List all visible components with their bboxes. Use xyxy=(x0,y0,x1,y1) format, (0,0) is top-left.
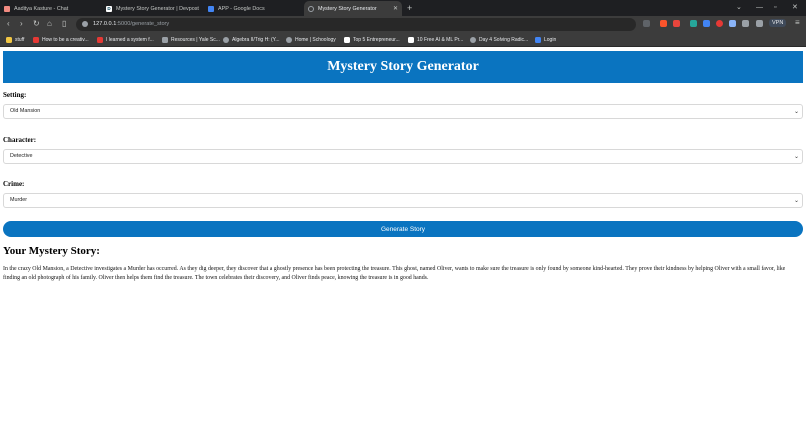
bookmark-item[interactable]: Login xyxy=(535,35,556,45)
address-url[interactable]: 127.0.0.1:5000/generate_story xyxy=(93,18,169,31)
share-icon[interactable] xyxy=(643,20,650,27)
crime-select-value: Murder xyxy=(10,197,28,203)
bookmark-item[interactable]: Day 4 Solving Radic... xyxy=(470,35,528,45)
close-window-icon[interactable]: ✕ xyxy=(792,3,798,12)
sidebar-icon[interactable] xyxy=(756,20,763,27)
crime-label: Crime: xyxy=(3,180,25,188)
tab-title: Mystery Story Generator xyxy=(318,5,377,12)
bookmark-item[interactable]: Algebra II/Trig H: (Y... xyxy=(223,35,280,45)
chat-favicon-icon xyxy=(4,5,10,12)
site-info-icon[interactable] xyxy=(82,21,88,27)
docs-favicon-icon xyxy=(208,5,214,12)
brave-shield-icon[interactable] xyxy=(660,20,667,27)
bookmark-item[interactable]: stuff xyxy=(6,35,24,45)
story-heading: Your Mystery Story: xyxy=(3,245,100,257)
back-icon[interactable]: ‹ xyxy=(7,19,10,29)
bookmark-page-icon[interactable]: ▯ xyxy=(62,19,66,29)
maximize-icon[interactable]: ▫ xyxy=(774,3,776,12)
page-content: Mystery Story Generator Setting: Old Man… xyxy=(0,47,806,432)
tab-mystery-story-generator[interactable]: Mystery Story Generator ✕ xyxy=(304,1,402,16)
schoology-icon xyxy=(286,37,292,43)
page-title: Mystery Story Generator xyxy=(327,59,479,74)
bookmark-favicon-icon xyxy=(408,37,414,43)
setting-label: Setting: xyxy=(3,91,27,99)
character-select[interactable]: Detective ⌄ xyxy=(3,149,803,164)
chevron-down-icon: ⌄ xyxy=(793,108,799,115)
browser-toolbar: ‹ › ↻ ⌂ ▯ 127.0.0.1:5000/generate_story … xyxy=(0,16,806,33)
tab-title: Aaditya Kasture - Chat xyxy=(14,5,69,12)
extension-icon[interactable] xyxy=(729,20,736,27)
crime-select[interactable]: Murder ⌄ xyxy=(3,193,803,208)
bookmark-item[interactable]: Home | Schoology xyxy=(286,35,336,45)
chevron-down-icon: ⌄ xyxy=(793,197,799,204)
bookmark-item[interactable]: 10 Free AI & ML Pr... xyxy=(408,35,463,45)
bookmarks-bar: stuff How to be a creativ... I learned a… xyxy=(0,33,806,47)
minimize-icon[interactable]: — xyxy=(756,3,763,12)
setting-select[interactable]: Old Mansion ⌄ xyxy=(3,104,803,119)
bookmark-favicon-icon xyxy=(344,37,350,43)
setting-select-value: Old Mansion xyxy=(10,108,41,114)
menu-icon[interactable]: ≡ xyxy=(795,18,800,28)
browser-chrome: Aaditya Kasture - Chat D Mystery Story G… xyxy=(0,0,806,47)
tab-devpost[interactable]: D Mystery Story Generator | Devpost xyxy=(102,1,202,16)
vpn-button[interactable]: VPN xyxy=(769,19,787,27)
globe-favicon-icon xyxy=(308,5,314,12)
close-tab-icon[interactable]: ✕ xyxy=(393,5,398,12)
devpost-favicon-icon: D xyxy=(106,5,112,12)
bookmark-item[interactable]: I learned a system f... xyxy=(97,35,154,45)
extension-icon[interactable] xyxy=(690,20,697,27)
character-select-value: Detective xyxy=(10,153,33,159)
bookmark-favicon-icon xyxy=(223,37,229,43)
bookmark-favicon-icon xyxy=(162,37,168,43)
generate-story-button[interactable]: Generate Story xyxy=(3,221,803,237)
youtube-icon xyxy=(33,37,39,43)
tab-title: APP - Google Docs xyxy=(218,5,265,12)
new-tab-icon[interactable]: + xyxy=(407,3,412,13)
home-icon[interactable]: ⌂ xyxy=(47,19,52,29)
cloud-icon xyxy=(535,37,541,43)
reload-icon[interactable]: ↻ xyxy=(33,19,40,29)
page-header: Mystery Story Generator xyxy=(3,51,803,83)
address-bar[interactable]: 127.0.0.1:5000/generate_story xyxy=(76,18,636,31)
bookmark-item[interactable]: Top 5 Entrepreneur... xyxy=(344,35,400,45)
tab-chat[interactable]: Aaditya Kasture - Chat xyxy=(0,1,100,16)
folder-icon xyxy=(6,37,12,43)
tab-google-docs[interactable]: APP - Google Docs xyxy=(204,1,302,16)
extension-icon[interactable] xyxy=(703,20,710,27)
bookmark-favicon-icon xyxy=(470,37,476,43)
forward-icon[interactable]: › xyxy=(20,19,23,29)
tab-title: Mystery Story Generator | Devpost xyxy=(116,5,199,12)
chevron-down-icon: ⌄ xyxy=(793,153,799,160)
puzzle-icon[interactable] xyxy=(742,20,749,27)
tab-search-chevron-icon[interactable]: ⌄ xyxy=(736,3,742,12)
story-text: In the crazy Old Mansion, a Detective in… xyxy=(3,266,786,281)
bookmark-item[interactable]: Resources | Yale Sc... xyxy=(162,35,220,45)
extension-icon[interactable] xyxy=(716,20,723,27)
character-label: Character: xyxy=(3,136,37,144)
bookmark-item[interactable]: How to be a creativ... xyxy=(33,35,89,45)
tab-strip: Aaditya Kasture - Chat D Mystery Story G… xyxy=(0,0,806,16)
youtube-icon xyxy=(97,37,103,43)
brave-rewards-icon[interactable] xyxy=(673,20,680,27)
